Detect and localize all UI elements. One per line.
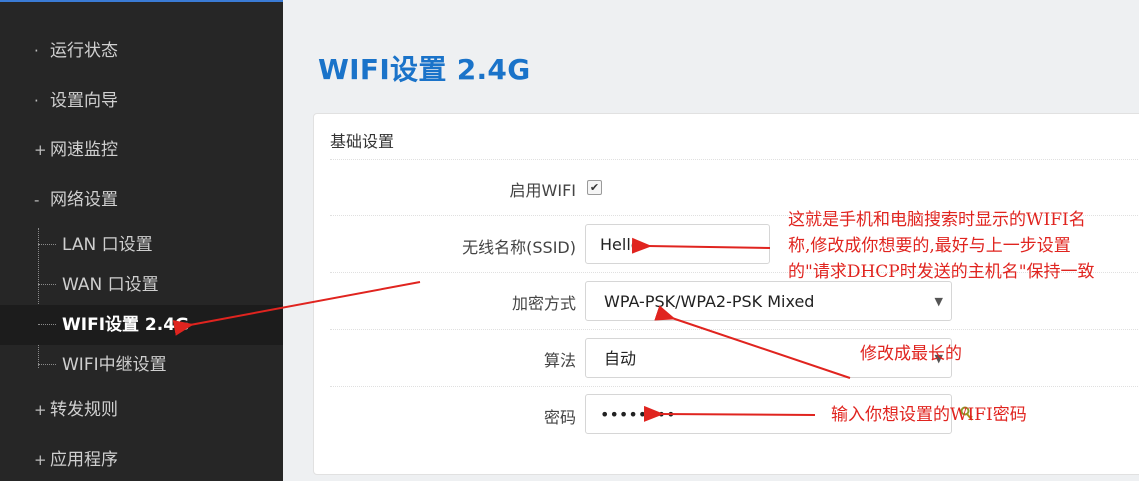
tree-branch	[38, 284, 56, 285]
encryption-label: 加密方式	[511, 294, 576, 313]
expand-icon: +	[34, 141, 47, 159]
row-divider	[330, 386, 1139, 387]
sidebar-item-label: 设置向导	[50, 91, 118, 111]
sidebar-subitem-wan[interactable]: WAN 口设置	[0, 265, 283, 305]
bullet-icon: ·	[34, 42, 39, 60]
sidebar-subitem-wifi-repeater[interactable]: WIFI中继设置	[0, 345, 283, 385]
password-value: ••••••••	[600, 405, 676, 424]
enable-wifi-label: 启用WIFI	[509, 181, 576, 200]
sidebar-item-network-settings[interactable]: - 网络设置	[0, 180, 283, 220]
annotation-line: 称,修改成你想要的,最好与上一步设置	[788, 236, 1071, 256]
expand-icon: +	[34, 401, 47, 419]
ssid-label: 无线名称(SSID)	[462, 238, 576, 257]
chevron-down-icon: ▼	[934, 295, 943, 308]
algorithm-value: 自动	[604, 349, 637, 368]
page-title: WIFI设置 2.4G	[318, 53, 531, 86]
row-divider	[330, 329, 1139, 330]
enable-wifi-checkbox[interactable]: ✔	[587, 180, 602, 195]
tree-branch	[38, 324, 56, 325]
algorithm-label: 算法	[543, 351, 576, 370]
sidebar-subitem-label: WIFI中继设置	[62, 355, 167, 375]
sidebar-top-accent	[0, 0, 283, 2]
annotation-line: 这就是手机和电脑搜索时显示的WIFI名	[788, 210, 1086, 230]
password-annotation: 输入你想设置的WIFI密码	[831, 405, 1027, 425]
sidebar-subitem-label: WAN 口设置	[62, 275, 159, 295]
encryption-select[interactable]: WPA-PSK/WPA2-PSK Mixed ▼	[585, 281, 952, 321]
sidebar-item-forwarding[interactable]: + 转发规则	[0, 390, 283, 430]
sidebar: · 运行状态 · 设置向导 + 网速监控 - 网络设置 LAN 口设置 WAN …	[0, 0, 283, 481]
tree-branch	[38, 364, 56, 365]
collapse-icon: -	[34, 191, 40, 209]
bullet-icon: ·	[34, 92, 39, 110]
password-label: 密码	[543, 408, 576, 427]
expand-icon: +	[34, 451, 47, 469]
sidebar-item-label: 转发规则	[50, 400, 118, 420]
sidebar-item-label: 网速监控	[50, 140, 118, 160]
sidebar-subitem-label: LAN 口设置	[62, 235, 153, 255]
encryption-value: WPA-PSK/WPA2-PSK Mixed	[604, 292, 815, 311]
ssid-value: Hello	[600, 235, 641, 254]
row-divider	[330, 159, 1139, 160]
sidebar-item-label: 网络设置	[50, 190, 118, 210]
annotation-line: 的"请求DHCP时发送的主机名"保持一致	[788, 262, 1095, 282]
sidebar-item-label: 应用程序	[50, 450, 118, 470]
tree-branch	[38, 244, 56, 245]
ssid-input[interactable]: Hello	[585, 224, 770, 264]
section-title: 基础设置	[330, 132, 395, 151]
ssid-annotation: 这就是手机和电脑搜索时显示的WIFI名 称,修改成你想要的,最好与上一步设置 的…	[788, 207, 1133, 285]
sidebar-item-speed-monitor[interactable]: + 网速监控	[0, 130, 283, 170]
sidebar-subitem-lan[interactable]: LAN 口设置	[0, 225, 283, 265]
sidebar-item-wizard[interactable]: · 设置向导	[0, 81, 283, 121]
encryption-annotation: 修改成最长的	[860, 344, 962, 364]
sidebar-item-status[interactable]: · 运行状态	[0, 31, 283, 71]
sidebar-item-applications[interactable]: + 应用程序	[0, 440, 283, 480]
sidebar-subitem-wifi-24g[interactable]: WIFI设置 2.4G	[0, 305, 283, 345]
sidebar-item-label: 运行状态	[50, 41, 118, 61]
sidebar-subitem-label: WIFI设置 2.4G	[62, 315, 190, 335]
